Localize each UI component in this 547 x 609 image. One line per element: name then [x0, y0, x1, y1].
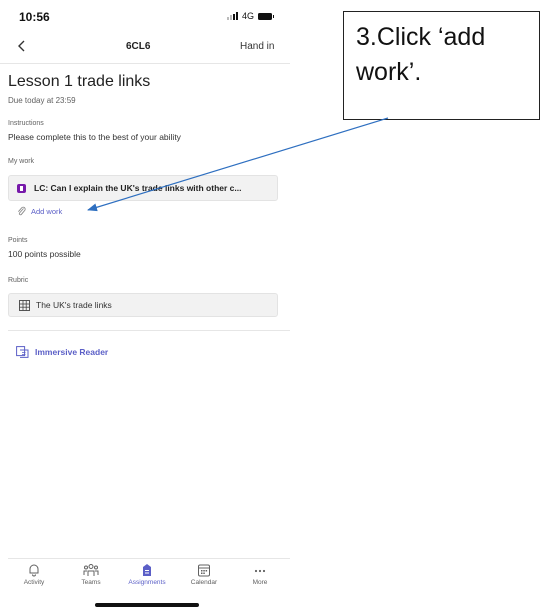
- assignment-title: Lesson 1 trade links: [8, 73, 151, 90]
- rubric-item-label: The UK's trade links: [36, 300, 112, 310]
- tab-label: Calendar: [190, 579, 218, 586]
- tab-label: More: [252, 579, 268, 586]
- points-text: 100 points possible: [8, 249, 81, 259]
- immersive-reader-button[interactable]: Immersive Reader: [16, 346, 108, 358]
- instruction-callout: 3.Click ‘add work’.: [343, 11, 540, 120]
- network-label: 4G: [242, 11, 255, 21]
- tab-label: Activity: [23, 579, 45, 586]
- work-item[interactable]: LC: Can I explain the UK's trade links w…: [8, 175, 278, 201]
- class-title: 6CL6: [126, 41, 151, 52]
- status-indicators: 4G: [227, 11, 275, 21]
- instructions-text: Please complete this to the best of your…: [8, 132, 181, 142]
- points-label: Points: [8, 237, 28, 244]
- signal-icon: [227, 12, 238, 20]
- back-button[interactable]: [14, 38, 30, 54]
- tab-more[interactable]: More: [235, 563, 285, 586]
- work-item-label: LC: Can I explain the UK's trade links w…: [34, 183, 242, 193]
- divider: [8, 558, 290, 559]
- paperclip-icon: [18, 206, 26, 216]
- calendar-icon: [198, 564, 210, 577]
- due-date: Due today at 23:59: [8, 96, 76, 105]
- home-indicator: [95, 603, 199, 607]
- immersive-reader-icon: [16, 346, 29, 358]
- teams-icon: [83, 564, 99, 576]
- my-work-label: My work: [8, 158, 35, 165]
- instructions-label: Instructions: [8, 120, 44, 127]
- teams-assignment-screen: 10:56 4G 6CL6 Hand in Lesson 1 trade lin…: [0, 0, 290, 609]
- rubric-label: Rubric: [8, 277, 29, 284]
- battery-icon: [258, 12, 275, 20]
- onenote-icon: [17, 183, 26, 193]
- assignments-icon: [143, 564, 151, 576]
- callout-text: 3.Click ‘add work’.: [356, 23, 486, 86]
- immersive-reader-label: Immersive Reader: [35, 347, 109, 357]
- tab-activity[interactable]: Activity: [9, 563, 59, 586]
- status-time: 10:56: [19, 10, 50, 24]
- add-work-button[interactable]: Add work: [17, 206, 62, 217]
- divider: [8, 330, 290, 331]
- tab-assignments[interactable]: Assignments: [122, 563, 172, 586]
- rubric-item[interactable]: The UK's trade links: [8, 293, 278, 317]
- divider: [0, 63, 290, 64]
- bell-icon: [29, 564, 39, 577]
- hand-in-button[interactable]: Hand in: [240, 41, 274, 52]
- tab-teams[interactable]: Teams: [66, 563, 116, 586]
- more-icon: [254, 569, 266, 573]
- chevron-left-icon: [18, 40, 25, 52]
- tab-calendar[interactable]: Calendar: [179, 563, 229, 586]
- tab-label: Teams: [81, 579, 101, 586]
- add-work-label: Add work: [31, 207, 63, 216]
- tab-label: Assignments: [128, 579, 166, 586]
- table-grid-icon: [19, 299, 30, 311]
